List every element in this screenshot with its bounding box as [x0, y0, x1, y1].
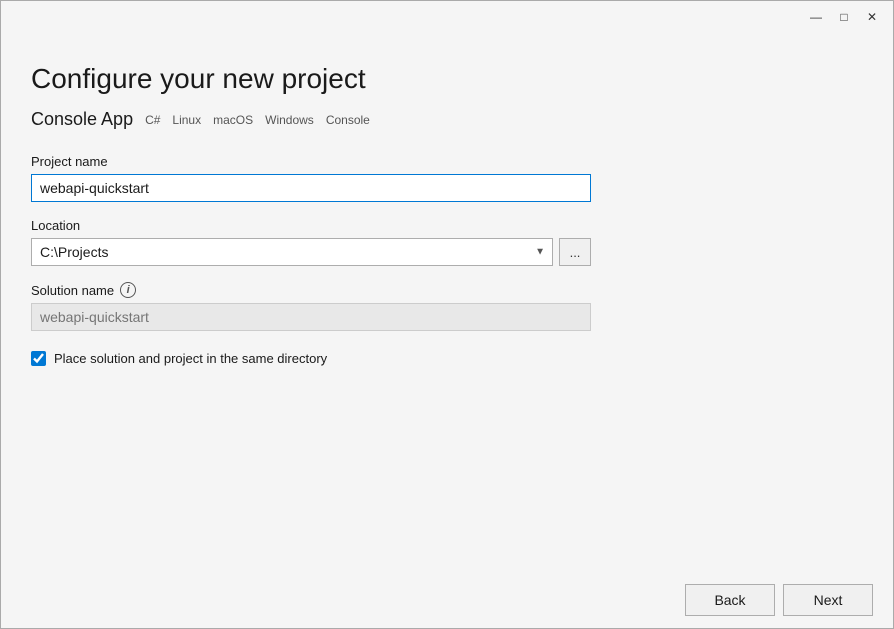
- tag-csharp: C#: [145, 113, 160, 127]
- tag-console: Console: [326, 113, 370, 127]
- location-group: Location C:\Projects ▼ ...: [31, 218, 863, 266]
- minimize-button[interactable]: —: [803, 4, 829, 30]
- browse-button[interactable]: ...: [559, 238, 591, 266]
- footer: Back Next: [1, 572, 893, 628]
- project-name-group: Project name: [31, 154, 863, 202]
- project-name-input[interactable]: [31, 174, 591, 202]
- page-title: Configure your new project: [31, 63, 863, 95]
- tag-macos: macOS: [213, 113, 253, 127]
- title-bar-controls: — □ ✕: [803, 4, 885, 30]
- form-section: Project name Location C:\Projects ▼ ...: [31, 154, 863, 366]
- info-icon[interactable]: i: [120, 282, 136, 298]
- solution-name-label: Solution name i: [31, 282, 863, 298]
- next-button[interactable]: Next: [783, 584, 873, 616]
- back-button[interactable]: Back: [685, 584, 775, 616]
- close-button[interactable]: ✕: [859, 4, 885, 30]
- configure-project-window: — □ ✕ Configure your new project Console…: [0, 0, 894, 629]
- tag-linux: Linux: [172, 113, 201, 127]
- maximize-button[interactable]: □: [831, 4, 857, 30]
- tag-windows: Windows: [265, 113, 314, 127]
- title-bar: — □ ✕: [1, 1, 893, 33]
- same-directory-label[interactable]: Place solution and project in the same d…: [54, 351, 327, 366]
- content-area: Configure your new project Console App C…: [1, 33, 893, 572]
- location-row: C:\Projects ▼ ...: [31, 238, 591, 266]
- same-directory-row: Place solution and project in the same d…: [31, 351, 863, 366]
- location-select-wrapper: C:\Projects ▼: [31, 238, 553, 266]
- app-name: Console App: [31, 109, 133, 130]
- location-label: Location: [31, 218, 863, 233]
- same-directory-checkbox[interactable]: [31, 351, 46, 366]
- solution-name-group: Solution name i: [31, 282, 863, 331]
- app-info: Console App C# Linux macOS Windows Conso…: [31, 109, 863, 130]
- solution-name-input[interactable]: [31, 303, 591, 331]
- project-name-label: Project name: [31, 154, 863, 169]
- location-select[interactable]: C:\Projects: [31, 238, 553, 266]
